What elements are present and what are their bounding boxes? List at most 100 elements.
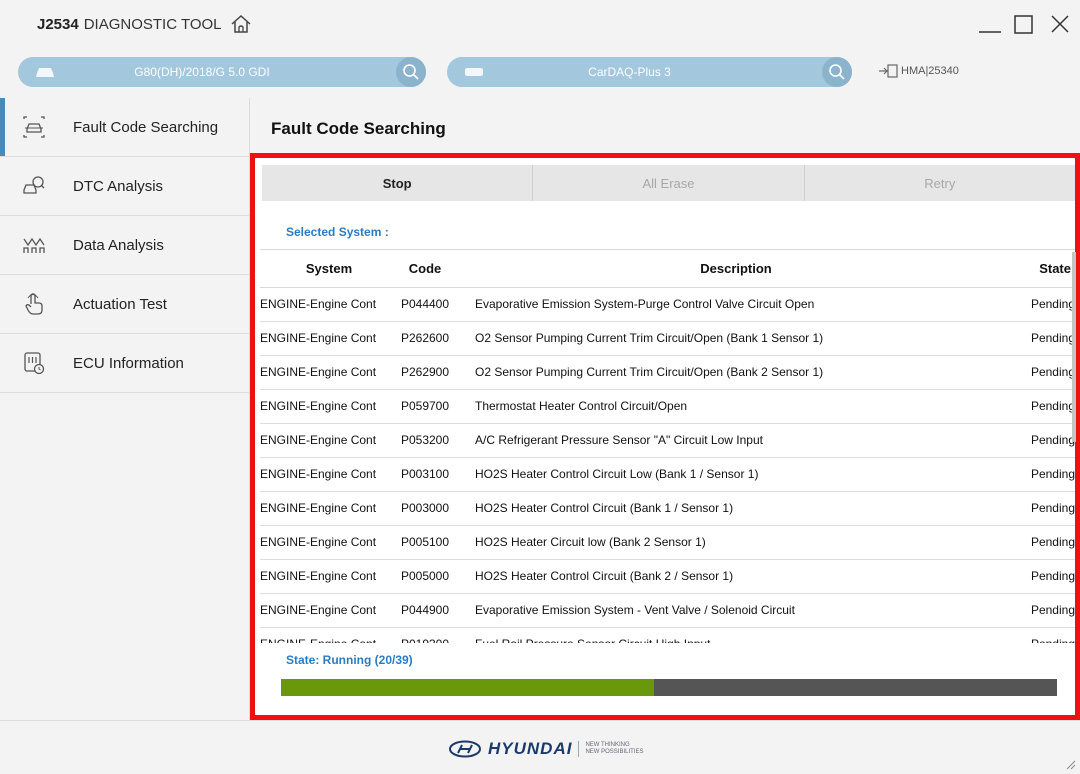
brand-name: HYUNDAI xyxy=(488,739,573,758)
cell-system: ENGINE-Engine Cont xyxy=(260,287,388,322)
title-bar: J2534 DIAGNOSTIC TOOL xyxy=(0,0,1080,46)
table-row[interactable]: ENGINE-Engine Cont P005000 HO2S Heater Con… xyxy=(260,559,1075,594)
cell-code: P003000 xyxy=(388,491,462,526)
cell-system: ENGINE-Engine Cont xyxy=(260,321,388,356)
cell-description: HO2S Heater Control Circuit (Bank 2 / Se… xyxy=(462,559,1010,594)
app-title: J2534 DIAGNOSTIC TOOL xyxy=(37,14,252,34)
cell-system: ENGINE-Engine Cont xyxy=(260,525,388,560)
connector-icon xyxy=(879,64,898,78)
fault-code-panel: Stop All Erase Retry Selected System : S… xyxy=(250,153,1080,720)
sidebar-item-fault-code-searching[interactable]: Fault Code Searching xyxy=(0,98,249,157)
home-icon[interactable] xyxy=(230,14,252,34)
selected-system-label: Selected System : xyxy=(286,225,389,239)
table-row[interactable]: ENGINE-Engine Cont P003000 HO2S Heater Con… xyxy=(260,491,1075,526)
table-row[interactable]: ENGINE-Engine Cont P005100 HO2S Heater Cir… xyxy=(260,525,1075,560)
hand-pointer-icon xyxy=(25,293,43,315)
table-body: ENGINE-Engine Cont P044400 Evaporative Emi… xyxy=(260,287,1075,643)
maximize-button[interactable] xyxy=(1010,10,1038,38)
brand-tagline: NEW THINKING NEW POSSIBILITIES xyxy=(585,742,643,756)
cell-state: Pending xyxy=(1010,491,1075,526)
tagline-line-1: NEW THINKING xyxy=(585,742,630,748)
cell-system: ENGINE-Engine Cont xyxy=(260,389,388,424)
sidebar: Fault Code Searching DTC Analysis Data A… xyxy=(0,98,250,720)
table-header-row: System Code Description State xyxy=(260,250,1075,288)
waveform-icon xyxy=(23,237,45,253)
table-row[interactable]: ENGINE-Engine Cont P053200 A/C Refrigerant… xyxy=(260,423,1075,458)
footer: HYUNDAI NEW THINKING NEW POSSIBILITIES xyxy=(0,720,1080,774)
search-icon xyxy=(829,64,845,80)
cell-system: ENGINE-Engine Cont xyxy=(260,423,388,458)
state-status: State: Running (20/39) xyxy=(286,653,413,667)
cell-state: Pending xyxy=(1010,525,1075,560)
cell-system: ENGINE-Engine Cont xyxy=(260,355,388,390)
cell-system: ENGINE-Engine Cont xyxy=(260,491,388,526)
table-row[interactable]: ENGINE-Engine Cont P044900 Evaporative Emi… xyxy=(260,593,1075,628)
sidebar-item-label: Actuation Test xyxy=(73,295,167,313)
cell-state: Pending xyxy=(1010,559,1075,594)
sidebar-item-actuation-test[interactable]: Actuation Test xyxy=(0,275,249,334)
cell-code: P053200 xyxy=(388,423,462,458)
all-erase-button[interactable]: All Erase xyxy=(533,165,805,201)
cell-state: Pending xyxy=(1010,423,1075,458)
column-header-description[interactable]: Description xyxy=(462,250,1010,288)
cell-description: HO2S Heater Control Circuit (Bank 1 / Se… xyxy=(462,491,1010,526)
dtc-table-container[interactable]: System Code Description State ENGINE-Eng… xyxy=(260,249,1075,643)
device-value: CarDAQ-Plus 3 xyxy=(588,65,671,79)
column-header-code[interactable]: Code xyxy=(388,250,462,288)
sidebar-item-data-analysis[interactable]: Data Analysis xyxy=(0,216,249,275)
minimize-button[interactable] xyxy=(976,10,1004,38)
car-search-icon xyxy=(23,116,45,138)
app-title-rest: DIAGNOSTIC TOOL xyxy=(83,15,222,33)
cell-state: Pending xyxy=(1010,389,1075,424)
page-title: Fault Code Searching xyxy=(271,119,446,138)
device-selector[interactable]: CarDAQ-Plus 3 xyxy=(447,57,852,87)
app-title-bold: J2534 xyxy=(37,15,79,33)
cell-system: ENGINE-Engine Cont xyxy=(260,457,388,492)
vci-id: HMA|25340 xyxy=(901,65,959,77)
cell-state: Pending xyxy=(1010,355,1075,390)
connection-bar: G80(DH)/2018/G 5.0 GDI CarDAQ-Plus 3 HMA… xyxy=(0,46,1080,98)
sidebar-item-ecu-information[interactable]: ECU Information xyxy=(0,334,249,393)
cell-description: Evaporative Emission System-Purge Contro… xyxy=(462,287,1010,322)
resize-grip-icon[interactable] xyxy=(1066,760,1076,770)
table-row[interactable]: ENGINE-Engine Cont P059700 Thermostat Heat… xyxy=(260,389,1075,424)
cell-description: Evaporative Emission System - Vent Valve… xyxy=(462,593,1010,628)
hyundai-brand: HYUNDAI NEW THINKING NEW POSSIBILITIES xyxy=(448,739,643,759)
vehicle-search-button[interactable] xyxy=(396,57,426,87)
column-header-state[interactable]: State xyxy=(1010,250,1075,288)
table-row[interactable]: ENGINE-Engine Cont P044400 Evaporative Emi… xyxy=(260,287,1075,322)
hyundai-logo-icon xyxy=(449,740,481,758)
cell-system: ENGINE-Engine Cont xyxy=(260,593,388,628)
cell-description: Thermostat Heater Control Circuit/Open xyxy=(462,389,1010,424)
table-row[interactable]: ENGINE-Engine ContP019300Fuel Rail Press… xyxy=(260,627,1075,643)
ecu-info-icon xyxy=(24,352,45,375)
vci-status: HMA|25340 xyxy=(878,64,959,78)
progress-bar xyxy=(281,679,1057,696)
table-row[interactable]: ENGINE-Engine Cont P262600 O2 Sensor Pumpi… xyxy=(260,321,1075,356)
action-toolbar: Stop All Erase Retry xyxy=(262,165,1075,201)
dtc-table: System Code Description State ENGINE-Eng… xyxy=(260,250,1075,643)
cell-state: Pending xyxy=(1010,627,1075,643)
sidebar-item-label: Fault Code Searching xyxy=(73,118,219,136)
close-button[interactable] xyxy=(1046,10,1074,38)
sidebar-item-label: DTC Analysis xyxy=(73,177,164,195)
cell-code: P059700 xyxy=(388,389,462,424)
cell-description: HO2S Heater Circuit low (Bank 2 Sensor 1… xyxy=(462,525,1010,560)
cell-state: Pending xyxy=(1010,321,1075,356)
cell-description: O2 Sensor Pumping Current Trim Circuit/O… xyxy=(462,355,1010,390)
table-row[interactable]: ENGINE-Engine Cont P003100 HO2S Heater Con… xyxy=(260,457,1075,492)
retry-button[interactable]: Retry xyxy=(805,165,1075,201)
table-scrollbar[interactable] xyxy=(1072,252,1076,442)
sidebar-item-label: Data Analysis xyxy=(73,236,164,254)
cell-code: P005100 xyxy=(388,525,462,560)
device-search-button[interactable] xyxy=(822,57,852,87)
cell-code: P003100 xyxy=(388,457,462,492)
column-header-system[interactable]: System xyxy=(260,250,388,288)
table-row[interactable]: ENGINE-Engine Cont P262900 O2 Sensor Pumpi… xyxy=(260,355,1075,390)
cell-description: HO2S Heater Control Circuit Low (Bank 1 … xyxy=(462,457,1010,492)
stop-button[interactable]: Stop xyxy=(262,165,534,201)
cell-code: P262600 xyxy=(388,321,462,356)
cell-description: O2 Sensor Pumping Current Trim Circuit/O… xyxy=(462,321,1010,356)
vehicle-selector[interactable]: G80(DH)/2018/G 5.0 GDI xyxy=(18,57,426,87)
sidebar-item-dtc-analysis[interactable]: DTC Analysis xyxy=(0,157,249,216)
